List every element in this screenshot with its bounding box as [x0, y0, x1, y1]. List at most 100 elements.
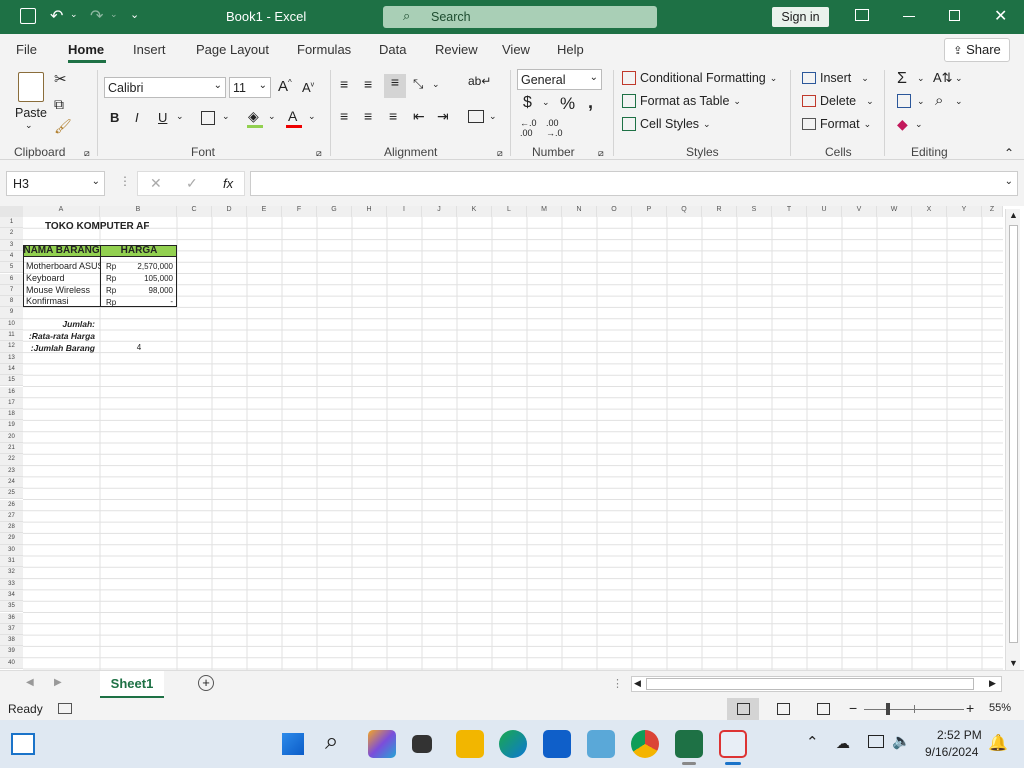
drag-handle-icon[interactable]: ⋮ — [119, 174, 131, 188]
add-sheet-icon[interactable]: + — [198, 675, 214, 691]
sheet-title[interactable]: TOKO KOMPUTER AF — [45, 221, 149, 232]
row-header[interactable]: 31 — [0, 556, 23, 568]
fill-color-icon[interactable]: ◈ — [248, 108, 259, 125]
wrap-text-icon[interactable]: ab↵ — [468, 74, 491, 88]
row-header[interactable]: 8 — [0, 296, 23, 308]
item-name[interactable]: Mouse Wireless — [26, 285, 100, 295]
row-header[interactable]: 7 — [0, 284, 23, 297]
clear-icon[interactable]: ◆ — [897, 116, 908, 133]
close-icon[interactable]: ✕ — [994, 6, 1007, 26]
row-header[interactable]: 23 — [0, 465, 23, 477]
increase-indent-icon[interactable]: ⇥ — [437, 108, 449, 125]
row-header[interactable]: 35 — [0, 601, 23, 613]
undo-icon[interactable]: ↶ — [50, 6, 63, 26]
row-header[interactable]: 18 — [0, 409, 23, 421]
zoom-level[interactable]: 55% — [989, 702, 1011, 714]
horizontal-scrollbar[interactable]: ◀ ▶ — [631, 676, 1002, 692]
column-header[interactable]: O — [597, 206, 632, 217]
number-format-select[interactable]: General ⌄ — [517, 69, 602, 90]
excel-icon[interactable] — [675, 730, 703, 758]
paste-dropdown-icon[interactable]: ⌄ — [25, 120, 33, 131]
item-price[interactable]: - — [120, 297, 173, 306]
decrease-indent-icon[interactable]: ⇤ — [413, 108, 425, 125]
row-header[interactable]: 37 — [0, 623, 23, 636]
column-header[interactable]: Q — [667, 206, 702, 217]
find-dropdown-icon[interactable]: ⌄ — [955, 96, 963, 107]
alignment-launcher-icon[interactable]: ⧄ — [497, 148, 503, 159]
paste-icon[interactable] — [18, 72, 44, 102]
jumlah-barang-value[interactable]: 4 — [101, 343, 177, 352]
row-header[interactable]: 39 — [0, 646, 23, 658]
column-header[interactable]: C — [177, 206, 212, 217]
align-center-icon[interactable]: ≡ — [364, 108, 372, 124]
insert-function-icon[interactable]: fx — [223, 176, 233, 191]
label-rata-rata[interactable]: Rata-rata Harga: — [23, 331, 95, 341]
row-header[interactable]: 34 — [0, 589, 23, 602]
column-header[interactable]: D — [212, 206, 247, 217]
minimize-icon[interactable] — [903, 16, 915, 17]
format-cells-button[interactable]: Format ⌄ — [802, 117, 871, 131]
accessibility-icon[interactable] — [58, 703, 72, 714]
next-sheet-icon[interactable]: ▶ — [54, 677, 62, 688]
header-harga[interactable]: HARGA — [101, 245, 177, 256]
column-header[interactable]: Z — [982, 206, 1003, 217]
row-header[interactable]: 19 — [0, 420, 23, 432]
copilot-icon[interactable] — [368, 730, 396, 758]
sheet-tab-sheet1[interactable]: Sheet1 — [100, 671, 164, 698]
zoom-out-icon[interactable]: − — [849, 700, 857, 716]
label-jumlah-barang[interactable]: Jumlah Barang: — [23, 343, 95, 353]
chrome-icon[interactable] — [631, 730, 659, 758]
redo-dropdown-icon[interactable]: ⌄ — [110, 9, 118, 20]
column-header[interactable]: K — [457, 206, 492, 217]
cancel-icon[interactable]: ✕ — [150, 175, 162, 192]
onedrive-icon[interactable]: ☁ — [836, 735, 850, 752]
merge-center-icon[interactable] — [468, 110, 484, 123]
row-header[interactable]: 9 — [0, 307, 23, 319]
format-as-table-button[interactable]: Format as Table ⌄ — [622, 94, 741, 108]
column-header[interactable]: H — [352, 206, 387, 217]
decrease-font-icon[interactable]: Av — [302, 80, 314, 95]
row-header[interactable]: 26 — [0, 499, 23, 511]
column-header[interactable]: I — [387, 206, 422, 217]
page-layout-view-icon[interactable] — [777, 703, 790, 715]
store-icon[interactable] — [543, 730, 571, 758]
undo-dropdown-icon[interactable]: ⌄ — [70, 9, 78, 20]
header-nama-barang[interactable]: NAMA BARANG — [23, 245, 100, 256]
column-header[interactable]: N — [562, 206, 597, 217]
align-middle-icon[interactable]: ≡ — [364, 76, 372, 92]
scroll-h-thumb[interactable] — [646, 678, 974, 690]
row-header[interactable]: 15 — [0, 375, 23, 387]
row-header[interactable]: 28 — [0, 522, 23, 534]
tab-data[interactable]: Data — [379, 42, 406, 57]
prev-sheet-icon[interactable]: ◀ — [26, 677, 34, 688]
edge-icon[interactable] — [499, 730, 527, 758]
show-hidden-icons-icon[interactable]: ⌃ — [806, 733, 819, 751]
column-header[interactable]: Y — [947, 206, 982, 217]
file-explorer-icon[interactable] — [456, 730, 484, 758]
row-header[interactable]: 2 — [0, 228, 23, 240]
tab-review[interactable]: Review — [435, 42, 478, 57]
row-header[interactable]: 38 — [0, 635, 23, 647]
autosum-icon[interactable]: Σ — [897, 70, 907, 88]
font-launcher-icon[interactable]: ⧄ — [316, 148, 322, 159]
align-top-icon[interactable]: ≡ — [340, 76, 348, 92]
scroll-down-icon[interactable]: ▼ — [1009, 658, 1018, 668]
insert-cells-button[interactable]: Insert ⌄ — [802, 71, 869, 85]
bold-button[interactable]: B — [110, 110, 119, 125]
column-header[interactable]: G — [317, 206, 352, 217]
split-handle-icon[interactable]: ⋮ — [612, 677, 623, 690]
column-header[interactable]: U — [807, 206, 842, 217]
align-left-icon[interactable]: ≡ — [340, 108, 348, 124]
fill-dropdown-icon[interactable]: ⌄ — [268, 111, 276, 122]
row-header[interactable]: 4 — [0, 250, 23, 263]
item-price[interactable]: 105,000 — [120, 274, 173, 283]
comma-icon[interactable]: , — [588, 92, 593, 113]
scroll-thumb[interactable] — [1009, 225, 1018, 643]
zoom-in-icon[interactable]: + — [966, 700, 974, 716]
copy-icon[interactable]: ⧉ — [54, 96, 64, 113]
row-header[interactable]: 20 — [0, 431, 23, 443]
item-price[interactable]: 2,570,000 — [120, 262, 173, 271]
row-header[interactable]: 36 — [0, 612, 23, 624]
cell-styles-button[interactable]: Cell Styles ⌄ — [622, 117, 711, 131]
row-header[interactable]: 10 — [0, 318, 23, 330]
